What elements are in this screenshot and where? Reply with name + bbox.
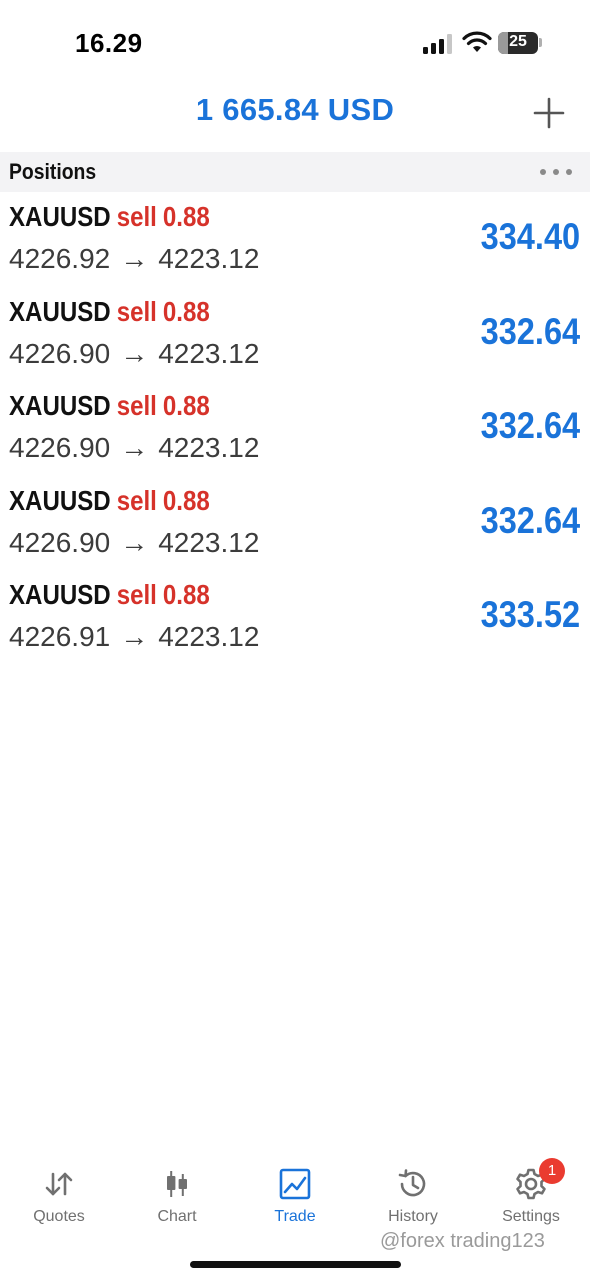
position-summary: XAUUSD sell 0.88 [9,296,210,328]
open-price: 4226.90 [9,337,111,369]
position-row[interactable]: XAUUSD sell 0.88 4226.91 → 4223.12 333.52 [0,570,590,665]
position-type: sell [116,390,157,421]
position-type: sell [116,201,157,232]
position-type: sell [116,484,157,516]
quotes-arrows-icon [45,1172,73,1196]
position-profit: 334.40 [480,216,580,257]
open-price: 4226.91 [9,621,111,652]
position-row[interactable]: XAUUSD sell 0.88 4226.90 → 4223.12 332.64 [0,381,590,476]
position-profit: 332.64 [480,405,580,446]
positions-list: XAUUSD sell 0.88 4226.92 → 4223.12 334.40 XA… [0,192,590,665]
tab-trade[interactable]: Trade [236,1160,354,1240]
open-price: 4226.90 [9,526,111,558]
position-row[interactable]: XAUUSD sell 0.88 4226.90 → 4223.12 332.64 [0,476,590,571]
battery-icon: 25 [498,32,538,54]
current-price: 4223.12 [158,243,260,274]
arrow-right-icon: → [120,526,149,558]
tab-label: History [388,1208,438,1225]
positions-section-header: Positions [0,152,590,192]
position-row[interactable]: XAUUSD sell 0.88 4226.92 → 4223.12 334.40 [0,192,590,287]
position-volume: 0.88 [162,390,210,421]
current-price: 4223.12 [158,432,260,463]
arrow-right-icon: → [120,243,149,274]
cellular-signal-icon [423,34,452,54]
open-price: 4226.92 [9,243,111,274]
position-profit: 333.52 [480,594,580,635]
arrow-right-icon: → [120,432,149,463]
battery-cap [539,38,542,47]
account-balance: 1 665.84 USD [195,92,395,127]
tab-settings[interactable]: Settings 1 [472,1158,590,1240]
position-volume: 0.88 [162,201,210,232]
position-symbol: XAUUSD [9,201,111,232]
position-type: sell [116,295,157,327]
section-title: Positions [9,159,97,184]
history-clock-icon [398,1169,426,1197]
battery-level: 25 [509,33,527,50]
notification-badge: 1 [539,1158,565,1184]
wifi-icon [462,31,492,52]
candlestick-icon [167,1171,187,1197]
ellipsis-icon[interactable] [538,164,574,180]
position-summary: XAUUSD sell 0.88 [9,485,210,517]
position-symbol: XAUUSD [9,484,111,516]
open-price: 4226.90 [9,432,111,463]
tab-chart[interactable]: Chart [118,1160,236,1240]
home-indicator [190,1261,401,1268]
position-prices: 4226.90 → 4223.12 [9,432,259,464]
position-prices: 4226.90 → 4223.12 [9,338,259,370]
position-summary: XAUUSD sell 0.88 [9,390,210,422]
trade-chart-icon [279,1168,311,1200]
position-prices: 4226.91 → 4223.12 [9,621,259,653]
position-symbol: XAUUSD [9,295,111,327]
tab-label: Quotes [33,1208,85,1225]
status-time: 16.29 [75,28,143,58]
current-price: 4223.12 [158,621,260,652]
status-bar: 16.29 25 [0,0,590,80]
position-summary: XAUUSD sell 0.88 [9,201,210,233]
arrow-right-icon: → [120,337,149,369]
position-symbol: XAUUSD [9,390,111,421]
watermark: @forex trading123 [380,1230,545,1252]
arrow-right-icon: → [120,621,149,652]
current-price: 4223.12 [158,526,260,558]
position-profit: 332.64 [480,499,580,541]
position-prices: 4226.90 → 4223.12 [9,527,259,559]
tab-label: Chart [157,1208,197,1225]
position-volume: 0.88 [162,579,210,610]
position-row[interactable]: XAUUSD sell 0.88 4226.90 → 4223.12 332.64 [0,287,590,382]
position-volume: 0.88 [162,484,210,516]
position-prices: 4226.92 → 4223.12 [9,243,259,275]
tab-label: Settings [502,1208,560,1225]
position-profit: 332.64 [480,310,580,352]
position-summary: XAUUSD sell 0.88 [9,579,210,611]
plus-icon[interactable] [532,96,566,130]
tab-quotes[interactable]: Quotes [0,1160,118,1240]
position-symbol: XAUUSD [9,579,111,610]
position-volume: 0.88 [162,295,210,327]
tab-label: Trade [274,1208,316,1225]
bottom-tab-bar: Quotes Chart Trade History Settings 1 [0,1158,590,1240]
tab-history[interactable]: History [354,1160,472,1240]
position-type: sell [116,579,157,610]
current-price: 4223.12 [158,337,260,369]
